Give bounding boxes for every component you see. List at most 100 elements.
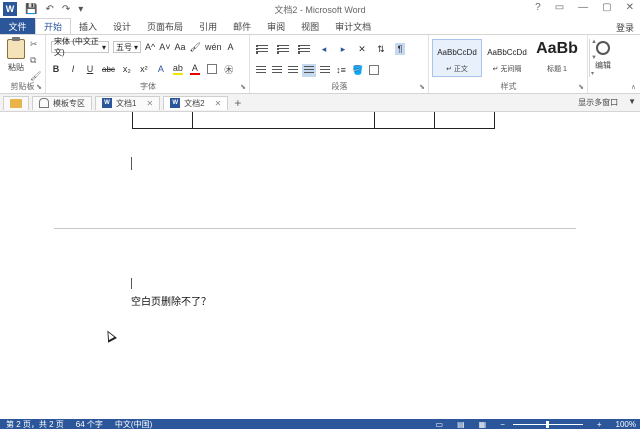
align-left-icon[interactable]: [256, 65, 266, 75]
tab-mailings[interactable]: 邮件: [225, 18, 259, 34]
signin-link[interactable]: 登录: [616, 21, 634, 34]
print-layout-icon[interactable]: ▤: [457, 420, 465, 429]
doc-tab-template[interactable]: 模板专区: [32, 95, 92, 110]
document-canvas[interactable]: 空白页删除不了？: [0, 112, 640, 419]
clear-format-icon[interactable]: 🖌: [190, 41, 201, 53]
font-launcher-icon[interactable]: ⬊: [240, 83, 246, 91]
font-name-select[interactable]: 宋体 (中文正文) ▾: [51, 37, 109, 57]
mouse-pointer-icon: [103, 328, 117, 343]
superscript-button[interactable]: x²: [139, 63, 149, 75]
shading-icon[interactable]: 🪣: [352, 64, 363, 76]
close-tab-icon[interactable]: ✕: [215, 99, 222, 108]
style-normal[interactable]: AaBbCcDd ↵ 正文: [432, 39, 482, 77]
save-icon[interactable]: 💾: [25, 4, 37, 15]
font-size-select[interactable]: 五号 ▾: [113, 41, 141, 53]
subscript-button[interactable]: x₂: [122, 63, 132, 75]
numbering-icon[interactable]: [277, 44, 289, 54]
zoom-slider[interactable]: [512, 420, 583, 428]
tab-file[interactable]: 文件: [0, 18, 35, 34]
distributed-icon[interactable]: [320, 65, 330, 75]
redo-icon[interactable]: ↷: [62, 4, 70, 15]
status-bar: 第 2 页，共 2 页 64 个字 中文(中国) ▭ ▤ ▦ − + 100%: [0, 419, 640, 429]
paragraph-group: ◂ ▸ ✕ ⇅ ¶ ↕≡ 🪣 段落 ⬊: [251, 35, 429, 93]
char-shading-icon[interactable]: [206, 64, 217, 74]
tab-insert[interactable]: 插入: [71, 18, 105, 34]
paste-button[interactable]: 粘贴: [4, 37, 28, 75]
tab-review[interactable]: 审阅: [259, 18, 293, 34]
tab-view[interactable]: 视图: [293, 18, 327, 34]
minimize-icon[interactable]: —: [578, 2, 588, 13]
tab-references[interactable]: 引用: [191, 18, 225, 34]
chinese-layout-icon[interactable]: ✕: [357, 43, 367, 55]
style-no-spacing[interactable]: AaBbCcDd ↵ 无间隔: [482, 39, 532, 77]
borders-icon[interactable]: [369, 65, 380, 75]
zoom-out-button[interactable]: −: [500, 420, 505, 429]
help-icon[interactable]: ?: [535, 2, 541, 13]
grow-font-icon[interactable]: A^: [145, 41, 155, 53]
clipboard-launcher-icon[interactable]: ⬊: [36, 83, 42, 91]
show-multi-window-button[interactable]: 显示多窗口: [578, 97, 618, 108]
tab-home[interactable]: 开始: [35, 18, 72, 34]
justify-icon[interactable]: [302, 63, 316, 77]
shrink-font-icon[interactable]: A˅: [159, 41, 170, 53]
more-styles-icon[interactable]: ▾: [591, 70, 597, 77]
editing-button[interactable]: 编辑: [591, 41, 615, 71]
bullets-icon[interactable]: [256, 44, 268, 54]
decrease-indent-icon[interactable]: ◂: [319, 43, 329, 55]
italic-button[interactable]: I: [68, 63, 78, 75]
highlight-icon[interactable]: ab: [172, 63, 183, 75]
cut-icon[interactable]: ✂: [30, 39, 41, 50]
align-center-icon[interactable]: [272, 65, 282, 75]
customize-icon[interactable]: ▾: [78, 4, 83, 15]
increase-indent-icon[interactable]: ▸: [338, 43, 348, 55]
close-tab-icon[interactable]: ✕: [146, 99, 153, 108]
zoom-in-button[interactable]: +: [597, 420, 602, 429]
undo-icon[interactable]: ↶: [45, 4, 53, 15]
show-marks-icon[interactable]: ¶: [395, 43, 405, 55]
collapse-ribbon-icon[interactable]: ∧: [631, 83, 636, 91]
bold-button[interactable]: B: [51, 63, 61, 75]
style-heading-1[interactable]: AaBb 标题 1: [532, 39, 582, 77]
text-effects-icon[interactable]: A: [156, 63, 166, 75]
web-layout-icon[interactable]: ▦: [479, 420, 487, 429]
font-color-icon[interactable]: A: [189, 63, 200, 75]
table-border: [132, 112, 133, 129]
doc-tab-doc2[interactable]: W 文档2 ✕: [163, 95, 229, 110]
align-right-icon[interactable]: [288, 65, 298, 75]
tab-list-icon[interactable]: ▼: [628, 97, 636, 108]
sort-icon[interactable]: ⇅: [376, 43, 386, 55]
word-doc-icon: W: [170, 98, 181, 108]
zoom-thumb[interactable]: [545, 420, 549, 428]
styles-launcher-icon[interactable]: ⬊: [578, 83, 584, 91]
doc-tab-doc1[interactable]: W 文档1 ✕: [95, 95, 161, 110]
read-mode-icon[interactable]: ▭: [436, 420, 444, 429]
language-indicator[interactable]: 中文(中国): [115, 419, 152, 429]
word-count[interactable]: 64 个字: [76, 419, 103, 429]
multilevel-list-icon[interactable]: [298, 44, 310, 54]
phonetic-guide-icon[interactable]: wén: [205, 41, 222, 53]
enclose-char-icon[interactable]: ㊍: [224, 63, 234, 75]
tab-audit-document[interactable]: 审计文档: [327, 18, 379, 34]
doc-tab-label: 文档1: [116, 98, 137, 108]
ribbon-display-icon[interactable]: ▭: [555, 2, 564, 13]
close-icon[interactable]: ✕: [626, 2, 634, 13]
document-text-line[interactable]: 空白页删除不了？: [131, 293, 211, 308]
paragraph-launcher-icon[interactable]: ⬊: [419, 83, 425, 91]
strikethrough-button[interactable]: abc: [102, 63, 115, 75]
doc-tab-folder[interactable]: [3, 95, 29, 110]
tab-design[interactable]: 设计: [105, 18, 139, 34]
word-app-icon[interactable]: W: [3, 2, 17, 16]
new-tab-icon[interactable]: +: [234, 96, 241, 110]
char-border-icon[interactable]: A: [225, 41, 235, 53]
underline-button[interactable]: U: [85, 63, 95, 75]
line-spacing-icon[interactable]: ↕≡: [336, 64, 346, 76]
copy-icon[interactable]: ⧉: [30, 55, 41, 66]
zoom-level[interactable]: 100%: [616, 420, 636, 429]
maximize-icon[interactable]: ▢: [602, 2, 611, 13]
styles-label: 样式: [500, 82, 517, 91]
page-count[interactable]: 第 2 页，共 2 页: [6, 419, 64, 429]
change-case-icon[interactable]: Aa: [175, 41, 186, 53]
table-border: [434, 112, 435, 129]
tab-page-layout[interactable]: 页面布局: [139, 18, 191, 34]
paragraph-label: 段落: [331, 82, 348, 91]
